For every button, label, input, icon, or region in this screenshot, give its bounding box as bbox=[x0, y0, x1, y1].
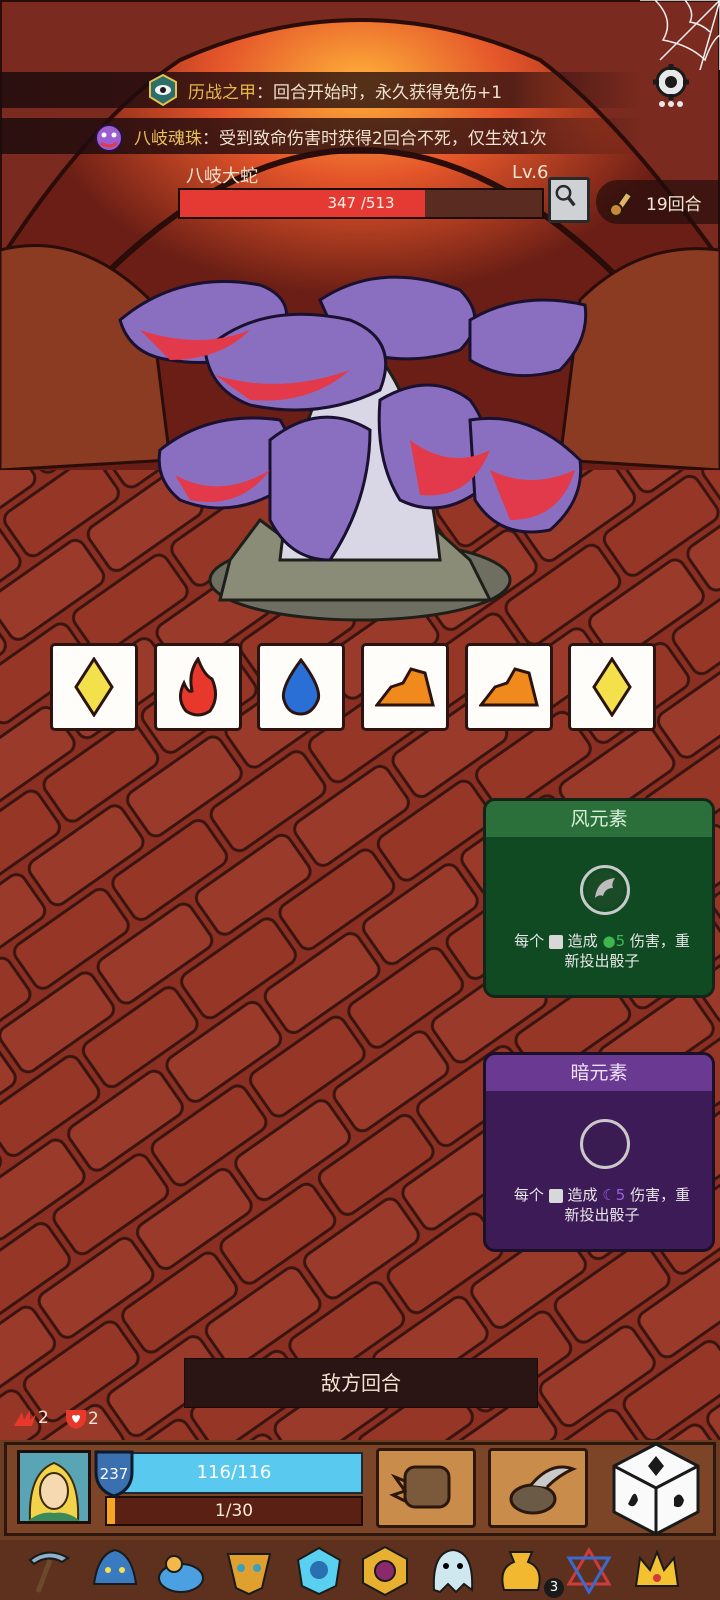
shield-value: 237 bbox=[100, 1465, 129, 1483]
dark-moon-element-icon bbox=[580, 1119, 630, 1169]
die-4[interactable] bbox=[361, 643, 449, 731]
soul-orb-buff-text: ：受到致命伤害时获得2回合不死，仅生效1次 bbox=[202, 128, 547, 149]
slime-relic-icon[interactable] bbox=[154, 1544, 208, 1598]
player-xp-bar: 1/30 bbox=[105, 1496, 363, 1526]
boss-name: 八岐大蛇 bbox=[186, 166, 258, 187]
scroll-bag-icon bbox=[609, 190, 634, 218]
earth-rock-icon bbox=[479, 667, 539, 707]
wind-card-description: 每个 造成 ●5 伤害，重 新投出骰子 bbox=[514, 932, 690, 970]
enemy-turn-indicator: 敌方回合 bbox=[184, 1358, 538, 1408]
dark-die-icon bbox=[548, 1188, 563, 1203]
skill-slot-2[interactable] bbox=[488, 1448, 588, 1528]
relic-stack-count: 3 bbox=[544, 1578, 564, 1598]
wind-element-icon bbox=[580, 865, 630, 915]
armor-buff-text: ：回合开始时，永久获得免伤+1 bbox=[256, 82, 503, 103]
attack-value: 2 bbox=[38, 1408, 49, 1428]
relic-bar bbox=[0, 1540, 720, 1600]
skill-slot-1[interactable] bbox=[376, 1448, 476, 1528]
fire-icon bbox=[179, 657, 217, 717]
boss-info-button[interactable] bbox=[548, 177, 590, 223]
boss-hp-bar: 347 /513 bbox=[178, 188, 544, 219]
claw-attack-icon bbox=[14, 1410, 36, 1426]
spiked-fist-icon bbox=[389, 1465, 451, 1509]
pickaxe-relic-icon[interactable] bbox=[22, 1544, 76, 1598]
hex-medallion-relic-icon[interactable] bbox=[358, 1544, 412, 1598]
dark-card-title: 暗元素 bbox=[486, 1055, 712, 1091]
ice-crest-relic-icon[interactable] bbox=[292, 1544, 346, 1598]
armor-buff-name: 历战之甲 bbox=[188, 82, 256, 103]
water-drop-icon bbox=[281, 658, 321, 716]
player-hp-bar: 116/116 bbox=[105, 1452, 363, 1494]
die-6[interactable] bbox=[568, 643, 656, 731]
yellow-diamond-icon bbox=[74, 657, 114, 717]
defense-stat: 2 bbox=[64, 1408, 99, 1430]
wind-element-card[interactable]: 风元素 每个 造成 ●5 伤害，重 新投出骰子 bbox=[483, 798, 715, 998]
tribal-mask-relic-icon[interactable] bbox=[222, 1544, 276, 1598]
dice-row bbox=[50, 643, 672, 733]
armor-shield-icon: 237 bbox=[94, 1450, 134, 1498]
armor-buff-banner[interactable]: 历战之甲 ：回合开始时，永久获得免伤+1 bbox=[0, 72, 640, 108]
hexagram-relic-icon[interactable] bbox=[562, 1544, 616, 1598]
armor-eye-badge-icon bbox=[149, 73, 177, 107]
soul-orb-buff-banner[interactable]: 八岐魂珠 ：受到致命伤害时获得2回合不死，仅生效1次 bbox=[0, 118, 640, 154]
player-avatar[interactable] bbox=[17, 1450, 91, 1524]
gold-sack-relic-icon[interactable] bbox=[494, 1544, 548, 1598]
die-5[interactable] bbox=[465, 643, 553, 731]
purple-serpent-head-icon bbox=[95, 124, 123, 152]
magnifier-icon bbox=[555, 184, 576, 207]
dark-card-description: 每个 造成 ☾5 伤害，重 新投出骰子 bbox=[513, 1186, 691, 1224]
heart-shield-icon bbox=[66, 1410, 86, 1429]
die-1[interactable] bbox=[50, 643, 138, 731]
wind-card-title: 风元素 bbox=[486, 801, 712, 837]
ghost-relic-icon[interactable] bbox=[426, 1544, 480, 1598]
settings-gear-icon[interactable] bbox=[648, 62, 694, 108]
roll-dice-button[interactable] bbox=[608, 1440, 704, 1536]
soul-orb-buff-name: 八岐魂珠 bbox=[134, 128, 202, 149]
turn-count-text: 19回合 bbox=[646, 194, 702, 215]
boss-hp-text: 347 /513 bbox=[327, 194, 395, 212]
earth-rock-icon bbox=[375, 667, 435, 707]
attack-stat: 2 bbox=[12, 1408, 49, 1428]
defense-value: 2 bbox=[88, 1409, 99, 1429]
gold-crown-relic-icon[interactable] bbox=[630, 1544, 684, 1598]
boss-level: Lv.6 bbox=[512, 162, 549, 183]
turn-counter: 19回合 bbox=[596, 180, 720, 224]
dark-element-card[interactable]: 暗元素 每个 造成 ☾5 伤害，重 新投出骰子 bbox=[483, 1052, 715, 1252]
player-xp-text: 1/30 bbox=[214, 1501, 254, 1521]
dragon-helm-relic-icon[interactable] bbox=[88, 1544, 142, 1598]
die-2[interactable] bbox=[154, 643, 242, 731]
yellow-diamond-icon bbox=[592, 657, 632, 717]
die-3[interactable] bbox=[257, 643, 345, 731]
wind-die-icon bbox=[548, 934, 563, 949]
scythe-sack-icon bbox=[509, 1465, 578, 1515]
